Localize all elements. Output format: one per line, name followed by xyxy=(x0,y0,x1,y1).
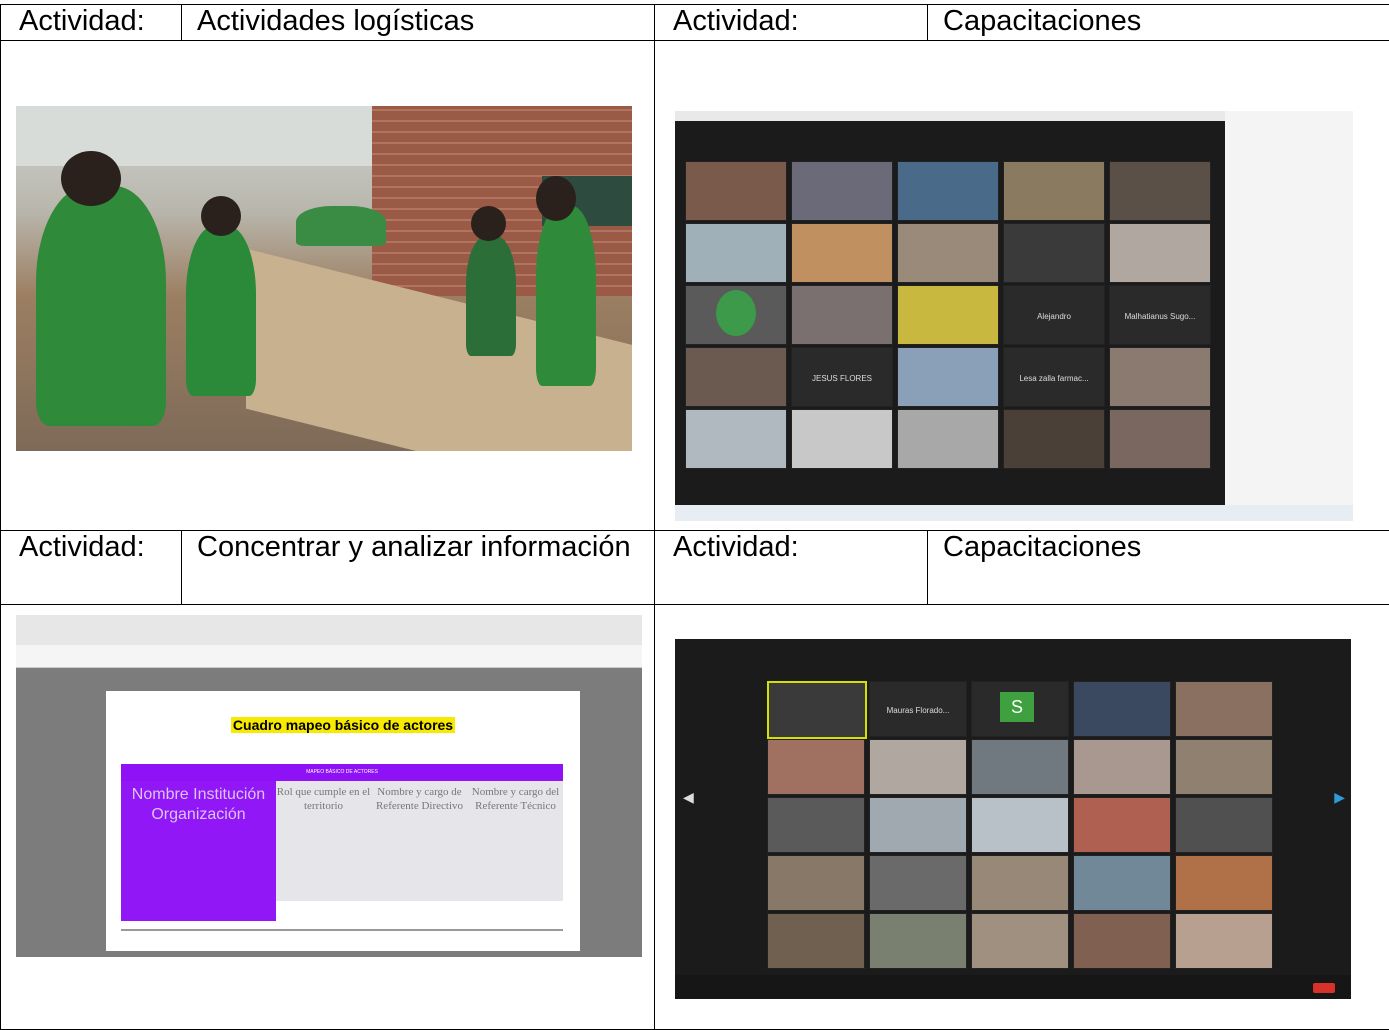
document-column-3: Nombre y cargo del Referente Técnico xyxy=(468,785,563,813)
document-column-1: Rol que cumple en el territorio xyxy=(276,785,371,813)
document-column-2: Nombre y cargo de Referente Directivo xyxy=(372,785,467,813)
zoom-gallery-2: Mauras Florado... S xyxy=(675,639,1351,999)
logistics-photo xyxy=(16,106,632,451)
activity-value-3: Concentrar y analizar información xyxy=(182,531,655,605)
document-screenshot: Cuadro mapeo básico de actores MAPEO BÁS… xyxy=(16,615,642,957)
zoom-gallery-1: Alejandro Malhatianus Sugo... JESUS FLOR… xyxy=(675,111,1353,521)
activity-value-4: Capacitaciones xyxy=(928,531,1389,605)
document-first-column: Nombre Institución Organización xyxy=(121,781,276,921)
chevron-right-icon: ▶ xyxy=(1334,789,1345,806)
activity-value-2: Capacitaciones xyxy=(928,5,1389,41)
photo-cell-training-1: Alejandro Malhatianus Sugo... JESUS FLOR… xyxy=(655,41,1389,531)
activity-label-2: Actividad: xyxy=(655,5,928,41)
document-title: Cuadro mapeo básico de actores xyxy=(231,717,455,733)
document-page: Cuadro mapeo básico de actores MAPEO BÁS… xyxy=(106,691,580,951)
activity-value-1: Actividades logísticas xyxy=(182,5,655,41)
document-band: MAPEO BÁSICO DE ACTORES xyxy=(121,764,563,781)
activity-label-1: Actividad: xyxy=(1,5,182,41)
activity-label-3: Actividad: xyxy=(1,531,182,605)
photo-cell-training-2: Mauras Florado... S xyxy=(655,605,1389,1030)
chevron-left-icon: ◀ xyxy=(683,789,694,806)
photo-cell-analysis: Cuadro mapeo básico de actores MAPEO BÁS… xyxy=(1,605,655,1030)
photo-cell-logistics xyxy=(1,41,655,531)
activity-label-4: Actividad: xyxy=(655,531,928,605)
activity-table: Actividad: Actividades logísticas Activi… xyxy=(0,4,1389,1030)
